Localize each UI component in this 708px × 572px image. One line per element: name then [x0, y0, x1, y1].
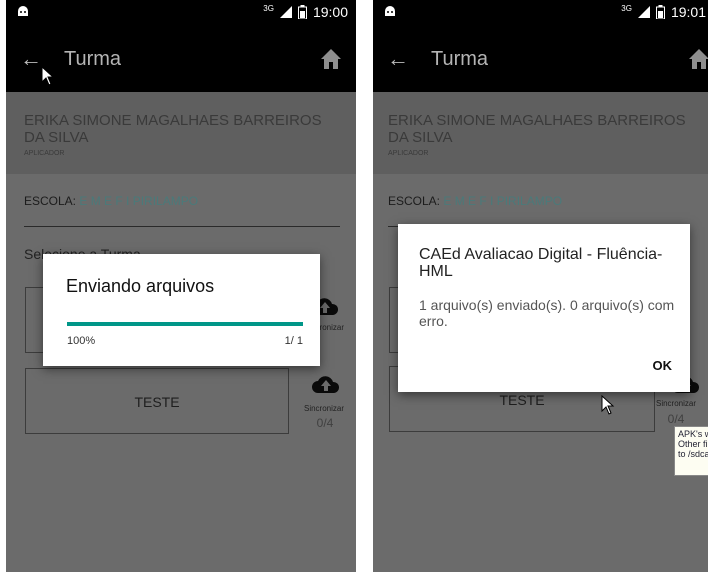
- battery-icon: [297, 5, 307, 19]
- status-bar: 3G 19:01: [373, 0, 708, 26]
- ok-button[interactable]: OK: [653, 358, 673, 373]
- upload-progress-dialog: Enviando arquivos 100% 1/ 1: [43, 254, 320, 366]
- school-field: ESCOLA: E M E F I PIRILAMPO: [388, 194, 562, 208]
- progress-percent: 100%: [67, 335, 96, 347]
- progress-bar-fill: [67, 322, 303, 326]
- signal-icon: [279, 6, 292, 18]
- dialog-title: CAEd Avaliacao Digital - Fluência-HML: [419, 246, 663, 280]
- tooltip-line: to /sdca: [678, 449, 708, 459]
- user-info: ERIKA SIMONE MAGALHAES BARREIROS DA SILV…: [373, 92, 708, 174]
- dialog-message: 1 arquivo(s) enviado(s). 0 arquivo(s) co…: [419, 297, 675, 329]
- progress-count: 1/ 1: [284, 335, 303, 347]
- tooltip-line: Other fi: [678, 439, 708, 449]
- class-label: TESTE: [134, 394, 180, 410]
- status-bar: 3G 19:00: [6, 0, 356, 26]
- android-icon: [18, 6, 28, 16]
- school-value: E M E F I PIRILAMPO: [79, 194, 199, 208]
- network-type: 3G: [621, 3, 632, 13]
- page-title: Turma: [64, 48, 122, 70]
- sync-count: 0/4: [316, 416, 334, 430]
- school-label: ESCOLA:: [388, 194, 441, 208]
- phone-screen-right: 3G 19:01 ← Turma ERIKA SIMONE MAGALHAES …: [373, 0, 708, 572]
- app-bar: ← Turma: [6, 26, 356, 92]
- class-item[interactable]: TESTE: [25, 368, 289, 434]
- school-field: ESCOLA: E M E F I PIRILAMPO: [24, 194, 198, 208]
- sync-count: 0/4: [667, 412, 685, 426]
- sync-label: Sincronizar: [303, 404, 344, 413]
- user-name: ERIKA SIMONE MAGALHAES BARREIROS DA SILV…: [24, 112, 322, 146]
- back-arrow-icon[interactable]: ←: [387, 46, 409, 72]
- tooltip-line: APK's w: [678, 429, 708, 439]
- mouse-cursor-icon: [41, 66, 55, 86]
- android-icon: [385, 6, 395, 16]
- user-name: ERIKA SIMONE MAGALHAES BARREIROS DA SILV…: [388, 112, 686, 146]
- cloud-upload-icon[interactable]: [311, 374, 341, 394]
- network-type: 3G: [263, 3, 274, 13]
- home-icon[interactable]: [320, 48, 342, 70]
- page-title: Turma: [431, 48, 489, 70]
- school-label: ESCOLA:: [24, 194, 77, 208]
- app-bar: ← Turma: [373, 26, 708, 92]
- tooltip: APK's w Other fi to /sdca: [674, 426, 708, 476]
- user-info: ERIKA SIMONE MAGALHAES BARREIROS DA SILV…: [6, 92, 356, 174]
- status-time: 19:00: [312, 4, 348, 20]
- mouse-cursor-icon: [601, 395, 615, 415]
- signal-icon: [637, 6, 650, 18]
- user-role: APLICADOR: [24, 150, 65, 157]
- sync-label: Sincronizar: [655, 399, 696, 408]
- school-value: E M E F I PIRILAMPO: [443, 194, 563, 208]
- upload-result-dialog: CAEd Avaliacao Digital - Fluência-HML 1 …: [398, 224, 690, 392]
- user-role: APLICADOR: [388, 150, 429, 157]
- home-icon[interactable]: [688, 48, 708, 70]
- divider: [24, 226, 340, 227]
- battery-icon: [655, 5, 665, 19]
- phone-screen-left: 3G 19:00 ← Turma ERIKA SIMONE MAGALHAES …: [6, 0, 356, 572]
- back-arrow-icon[interactable]: ←: [20, 46, 42, 72]
- progress-bar: [67, 322, 303, 326]
- status-time: 19:01: [670, 4, 706, 20]
- dialog-title: Enviando arquivos: [66, 276, 215, 296]
